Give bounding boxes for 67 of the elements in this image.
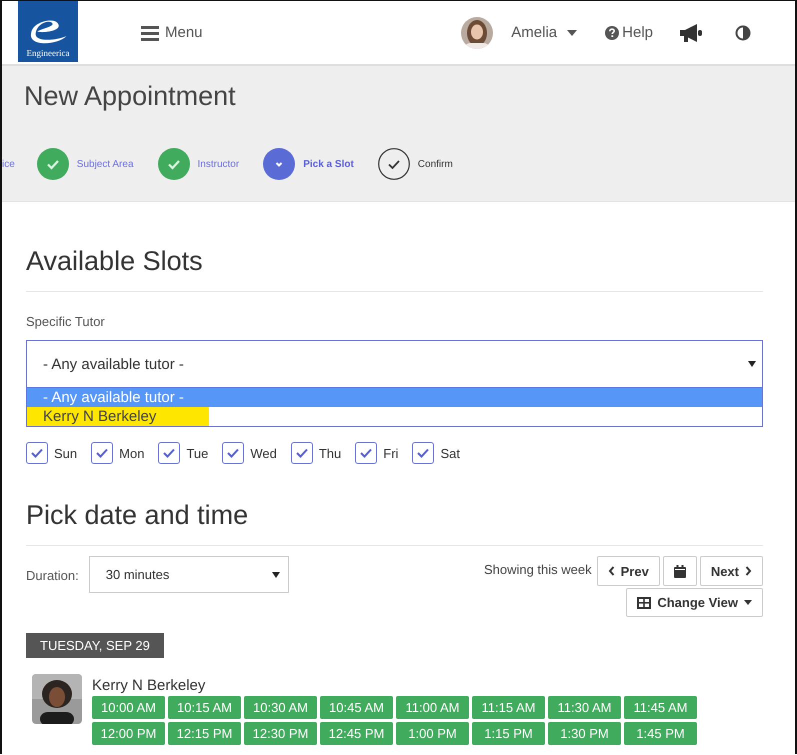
checkbox-label: Sun <box>54 446 78 460</box>
time-slot-button[interactable]: 11:30 AM <box>548 696 621 719</box>
step-link[interactable]: Pick a Slot <box>303 158 354 170</box>
step-link[interactable]: Confirm <box>418 158 453 170</box>
menu-icon <box>141 24 159 40</box>
step-link[interactable]: ice <box>2 158 15 170</box>
help-button[interactable]: Help <box>599 23 659 42</box>
section-heading: Available Slots <box>26 246 204 277</box>
time-slot-button[interactable]: 11:45 AM <box>624 696 697 719</box>
time-slot-button[interactable]: 1:00 PM <box>396 722 469 745</box>
logo[interactable]: Engineerica <box>18 1 78 62</box>
date-badge: TUESDAY, SEP 29 <box>26 633 164 658</box>
step-link[interactable]: Instructor <box>198 158 240 170</box>
time-slot-button[interactable]: 11:15 AM <box>472 696 545 719</box>
logo-text: Engineerica <box>26 48 70 58</box>
calendar-button[interactable] <box>662 556 697 586</box>
checkbox[interactable] <box>26 442 48 464</box>
week-text: Showing this week <box>484 562 592 577</box>
megaphone-icon[interactable] <box>679 22 703 42</box>
time-slot-button[interactable]: 12:45 PM <box>320 722 393 745</box>
time-slot-button[interactable]: 12:00 PM <box>92 722 165 745</box>
help-icon <box>605 26 620 40</box>
prev-button[interactable]: Prev <box>596 556 660 586</box>
step-link[interactable]: Subject Area <box>76 158 134 170</box>
next-button[interactable]: Next <box>700 556 763 586</box>
page-title: New Appointment <box>23 80 237 112</box>
field-label: Specific Tutor <box>26 314 106 329</box>
calendar-icon <box>674 564 686 578</box>
section-heading: Pick date and time <box>26 500 250 531</box>
caret-icon <box>272 572 280 578</box>
checkbox-label: Thu <box>318 446 342 460</box>
contrast-icon[interactable] <box>735 24 751 40</box>
caret-icon <box>748 361 756 367</box>
checkbox[interactable] <box>91 442 114 464</box>
time-slot-button[interactable]: 10:00 AM <box>92 696 165 719</box>
time-slot-button[interactable]: 11:00 AM <box>396 696 469 719</box>
checkbox[interactable] <box>290 442 313 464</box>
checkbox-label: Tue <box>186 446 208 460</box>
time-slot-button[interactable]: 12:15 PM <box>168 722 241 745</box>
duration-select[interactable]: 30 minutes <box>88 556 289 593</box>
tutor-name: Kerry N Berkeley <box>92 677 206 694</box>
time-slot-button[interactable]: 1:45 PM <box>624 722 697 745</box>
time-slot-button[interactable]: 10:30 AM <box>244 696 317 719</box>
field-label: Duration: <box>26 568 79 585</box>
table-icon <box>637 596 652 608</box>
time-slot-button[interactable]: 1:15 PM <box>472 722 545 745</box>
user-menu[interactable]: Amelia <box>505 23 584 42</box>
caret-icon <box>744 600 752 605</box>
checkbox-label: Fri <box>383 446 398 460</box>
change-view-button[interactable]: Change View <box>626 588 763 617</box>
checkbox-label: Mon <box>119 446 144 460</box>
checkbox-label: Sat <box>440 446 460 460</box>
chevron-left-icon <box>608 566 615 576</box>
checkbox[interactable] <box>158 442 180 464</box>
menu-button[interactable]: Menu <box>135 23 209 42</box>
time-slot-button[interactable]: 10:15 AM <box>168 696 241 719</box>
chevron-right-icon <box>745 566 752 576</box>
dropdown-option[interactable]: - Any available tutor - <box>27 388 762 407</box>
caret-icon <box>567 30 578 36</box>
time-slot-button[interactable]: 10:45 AM <box>320 696 393 719</box>
dropdown-option[interactable]: Kerry N Berkeley <box>27 407 762 426</box>
time-slot-button[interactable]: 12:30 PM <box>244 722 317 745</box>
checkbox[interactable] <box>222 442 244 464</box>
checkbox-label: Wed <box>250 446 277 460</box>
checkbox[interactable] <box>355 442 378 464</box>
checkbox[interactable] <box>412 442 434 464</box>
time-slot-button[interactable]: 1:30 PM <box>548 722 621 745</box>
